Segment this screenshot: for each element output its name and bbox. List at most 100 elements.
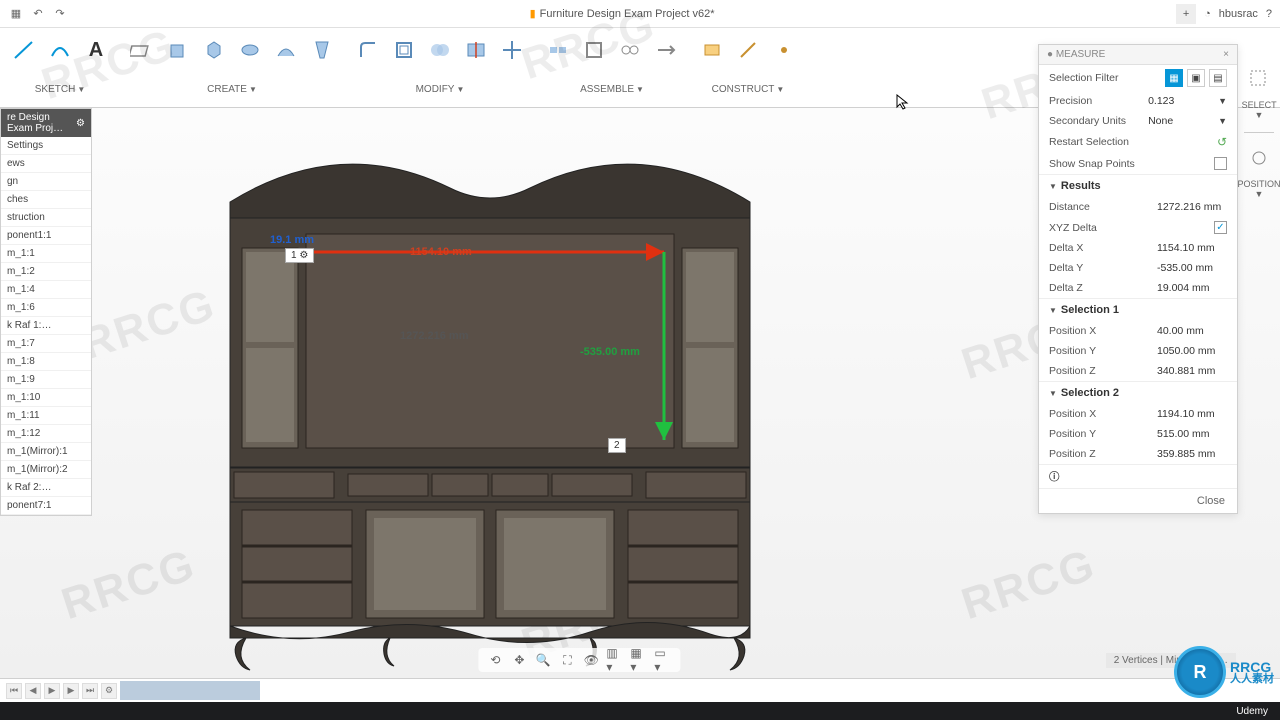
browser-item[interactable]: ews (1, 155, 91, 173)
precision-value[interactable]: 0.123 (1148, 95, 1218, 107)
rigid-tool-icon[interactable] (578, 34, 610, 66)
close-icon[interactable]: × (1223, 49, 1229, 60)
motion-tool-icon[interactable] (650, 34, 682, 66)
quick-access-toolbar: ▦ ↶ ↷ (8, 6, 68, 22)
orbit-icon[interactable]: ⟲ (486, 651, 504, 669)
position-tool-icon[interactable] (1246, 145, 1272, 171)
results-section-header[interactable]: Results (1039, 174, 1237, 197)
look-icon[interactable]: 👁 (582, 651, 600, 669)
redo-icon[interactable]: ↷ (52, 6, 68, 22)
help-icon[interactable]: ? (1266, 8, 1272, 20)
revolve-tool-icon[interactable] (234, 34, 266, 66)
gear-icon[interactable]: ⚙ (76, 118, 85, 129)
select-group-label: SELECT (1242, 100, 1277, 110)
timeline-start-icon[interactable]: ⏮ (6, 683, 22, 699)
browser-item[interactable]: struction (1, 209, 91, 227)
pan-icon[interactable]: ✥ (510, 651, 528, 669)
display-icon[interactable]: ▥ ▾ (606, 651, 624, 669)
delta-z-value: 19.004 mm (1157, 282, 1227, 294)
secondary-units-value[interactable]: None (1148, 115, 1218, 127)
dimension-y: -535.00 mm (580, 346, 640, 358)
timeline-back-icon[interactable]: ◀ (25, 683, 41, 699)
measure-panel[interactable]: ● MEASURE × Selection Filter ▦ ▣ ▤ Preci… (1038, 44, 1238, 514)
show-snap-checkbox[interactable] (1214, 157, 1227, 170)
contact-tool-icon[interactable] (614, 34, 646, 66)
browser-item[interactable]: m_1:9 (1, 371, 91, 389)
browser-item[interactable]: m_1:6 (1, 299, 91, 317)
timeline-play-icon[interactable]: ▶ (44, 683, 60, 699)
shell-tool-icon[interactable] (388, 34, 420, 66)
filter-face-icon[interactable]: ▦ (1165, 69, 1183, 87)
axis-construct-icon[interactable] (732, 34, 764, 66)
browser-item[interactable]: ponent7:1 (1, 497, 91, 515)
dimension-z: 19.1 mm (270, 234, 314, 246)
new-tab-button[interactable]: + (1176, 4, 1196, 24)
combine-tool-icon[interactable] (424, 34, 456, 66)
user-name[interactable]: hbusrac (1219, 8, 1258, 20)
browser-header[interactable]: re Design Exam Proj… ⚙ (1, 109, 91, 137)
selection2-section-header[interactable]: Selection 2 (1039, 381, 1237, 404)
fillet-tool-icon[interactable] (352, 34, 384, 66)
browser-item[interactable]: m_1:4 (1, 281, 91, 299)
timeline-fwd-icon[interactable]: ▶ (63, 683, 79, 699)
timeline[interactable]: ⏮ ◀ ▶ ▶ ⏭ ⚙ (0, 678, 1280, 702)
plane-tool-icon[interactable] (126, 34, 158, 66)
browser-item[interactable]: m_1(Mirror):2 (1, 461, 91, 479)
close-button[interactable]: Close (1039, 488, 1237, 513)
delta-x-label: Delta X (1049, 242, 1157, 254)
browser-item[interactable]: gn (1, 173, 91, 191)
model-view[interactable] (190, 118, 790, 668)
timeline-feature[interactable] (258, 681, 260, 700)
arc-tool-icon[interactable] (44, 34, 76, 66)
right-tool-column: SELECT ▼ POSITION ▼ (1238, 60, 1280, 199)
restart-icon[interactable]: ↺ (1217, 135, 1227, 149)
browser-item[interactable]: m_1:2 (1, 263, 91, 281)
timeline-end-icon[interactable]: ⏭ (82, 683, 98, 699)
extrude-tool-icon[interactable] (198, 34, 230, 66)
browser-item[interactable]: m_1:12 (1, 425, 91, 443)
browser-item[interactable]: ches (1, 191, 91, 209)
browser-item[interactable]: k Raf 1:… (1, 317, 91, 335)
move-tool-icon[interactable] (496, 34, 528, 66)
line-tool-icon[interactable] (8, 34, 40, 66)
browser-item[interactable]: m_1(Mirror):1 (1, 443, 91, 461)
point-marker-1[interactable]: 1 ⚙ (285, 248, 314, 263)
create-group-label: CREATE (207, 84, 247, 95)
browser-item[interactable]: m_1:10 (1, 389, 91, 407)
sweep-tool-icon[interactable] (270, 34, 302, 66)
browser-item[interactable]: Settings (1, 137, 91, 155)
browser-item[interactable]: ponent1:1 (1, 227, 91, 245)
box-tool-icon[interactable] (162, 34, 194, 66)
chevron-down-icon[interactable]: ▼ (1218, 96, 1227, 106)
info-icon[interactable]: ⓘ (1049, 469, 1060, 484)
rrcg-badge-icon: R (1174, 646, 1226, 698)
point-construct-icon[interactable] (768, 34, 800, 66)
construct-group-label: CONSTRUCT (712, 84, 775, 95)
save-icon[interactable]: ▦ (8, 6, 24, 22)
fit-icon[interactable]: ⛶ (558, 651, 576, 669)
split-tool-icon[interactable] (460, 34, 492, 66)
point-marker-2[interactable]: 2 (608, 438, 626, 453)
notifications-icon[interactable]: ◔ (1204, 8, 1211, 20)
timeline-settings-icon[interactable]: ⚙ (101, 683, 117, 699)
browser-item[interactable]: m_1:11 (1, 407, 91, 425)
chevron-down-icon[interactable]: ▼ (1218, 116, 1227, 126)
loft-tool-icon[interactable] (306, 34, 338, 66)
filter-body-icon[interactable]: ▣ (1187, 69, 1205, 87)
viewport-icon[interactable]: ▭ ▾ (654, 651, 672, 669)
browser-item[interactable]: m_1:1 (1, 245, 91, 263)
browser-item[interactable]: m_1:7 (1, 335, 91, 353)
joint-tool-icon[interactable] (542, 34, 574, 66)
selection1-section-header[interactable]: Selection 1 (1039, 298, 1237, 321)
browser-item[interactable]: m_1:8 (1, 353, 91, 371)
browser-item[interactable]: k Raf 2:… (1, 479, 91, 497)
xyz-delta-checkbox[interactable] (1214, 221, 1227, 234)
zoom-icon[interactable]: 🔍 (534, 651, 552, 669)
grid-icon[interactable]: ▦ ▾ (630, 651, 648, 669)
plane-construct-icon[interactable] (696, 34, 728, 66)
filter-component-icon[interactable]: ▤ (1209, 69, 1227, 87)
select-tool-icon[interactable] (1246, 66, 1272, 92)
undo-icon[interactable]: ↶ (30, 6, 46, 22)
browser-panel[interactable]: re Design Exam Proj… ⚙ Settingsewsgnches… (0, 108, 92, 516)
text-tool-icon[interactable]: A (80, 34, 112, 66)
